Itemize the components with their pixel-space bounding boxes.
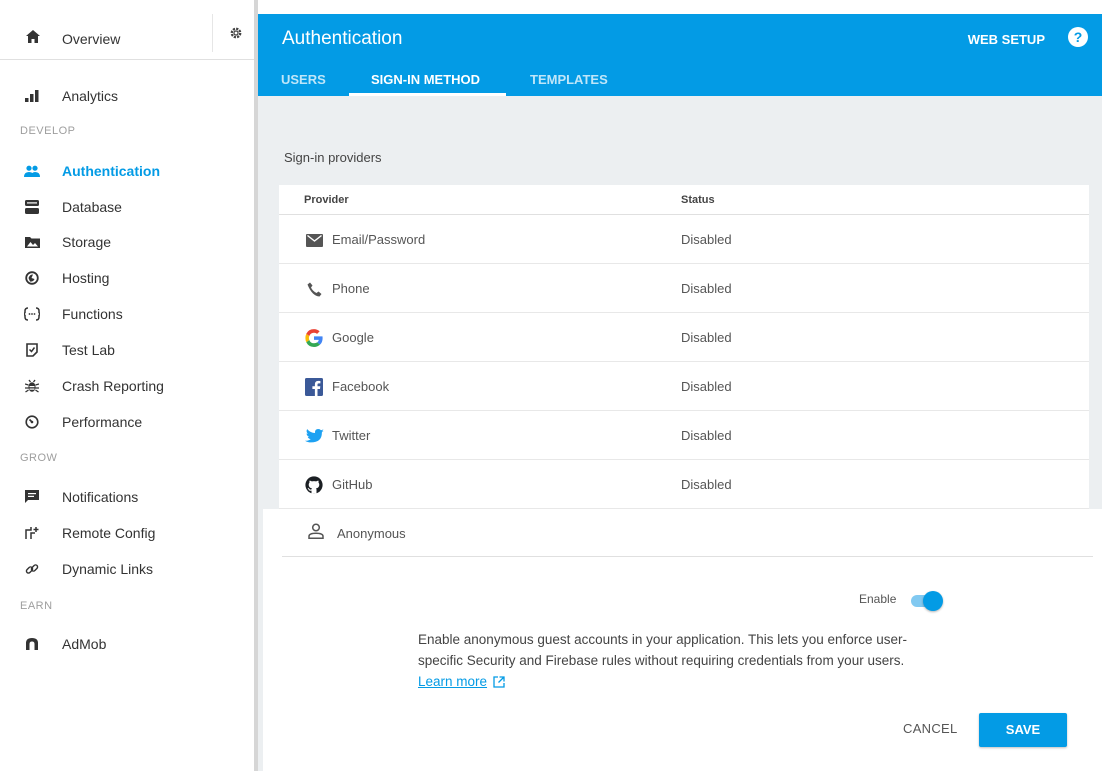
- analytics-icon: [24, 88, 40, 104]
- sidebar-item-label: Remote Config: [62, 525, 156, 541]
- storage-icon: [24, 234, 40, 250]
- toggle-knob: [923, 591, 943, 611]
- table-row[interactable]: Twitter Disabled: [279, 411, 1089, 460]
- provider-name: Facebook: [332, 379, 390, 394]
- test-lab-icon: [24, 342, 40, 358]
- link-icon: [24, 561, 40, 577]
- sidebar-item-authentication[interactable]: Authentication: [0, 156, 254, 186]
- person-icon: [308, 523, 324, 544]
- email-icon: [304, 230, 324, 250]
- sidebar-item-database[interactable]: Database: [0, 192, 254, 222]
- sidebar-item-crash-reporting[interactable]: Crash Reporting: [0, 371, 254, 401]
- column-header-status: Status: [681, 194, 715, 206]
- sidebar-item-label: Analytics: [62, 88, 119, 104]
- sidebar-item-functions[interactable]: Functions: [0, 299, 254, 329]
- sidebar-item-label: AdMob: [62, 636, 107, 652]
- sidebar: Overview Analytics DEVELOP Authenticatio…: [0, 0, 258, 771]
- sidebar-item-label: Database: [62, 199, 122, 215]
- sidebar-item-label: Test Lab: [62, 342, 115, 358]
- provider-name: Phone: [332, 281, 370, 296]
- provider-status: Disabled: [681, 281, 732, 296]
- sidebar-item-label: Authentication: [62, 163, 160, 179]
- sidebar-item-label: Crash Reporting: [62, 378, 164, 394]
- notifications-icon: [24, 489, 40, 505]
- provider-status: Disabled: [681, 428, 732, 443]
- provider-status: Disabled: [681, 232, 732, 247]
- hosting-icon: [24, 270, 40, 286]
- sidebar-item-notifications[interactable]: Notifications: [0, 482, 254, 512]
- people-icon: [24, 163, 40, 179]
- provider-name: Twitter: [332, 428, 371, 443]
- sidebar-item-test-lab[interactable]: Test Lab: [0, 335, 254, 365]
- sidebar-item-label: Storage: [62, 234, 112, 250]
- provider-name: Email/Password: [332, 232, 426, 247]
- sidebar-item-label: Notifications: [62, 489, 139, 505]
- tab-templates[interactable]: TEMPLATES: [530, 72, 608, 87]
- section-earn: EARN: [20, 600, 53, 612]
- sidebar-item-admob[interactable]: AdMob: [0, 629, 254, 659]
- github-icon: [304, 475, 324, 495]
- save-button[interactable]: SAVE: [979, 713, 1067, 747]
- provider-name: Anonymous: [337, 526, 406, 541]
- section-grow: GROW: [20, 452, 58, 464]
- tab-users[interactable]: USERS: [281, 72, 326, 87]
- table-row[interactable]: Google Disabled: [279, 313, 1089, 362]
- sidebar-item-dynamic-links[interactable]: Dynamic Links: [0, 554, 254, 584]
- table-header: Provider Status: [279, 185, 1089, 215]
- description: Enable anonymous guest accounts in your …: [418, 629, 938, 694]
- web-setup-button[interactable]: WEB SETUP: [968, 32, 1045, 47]
- provider-name: Google: [332, 330, 374, 345]
- sidebar-header: Overview: [0, 0, 254, 60]
- admob-icon: [24, 636, 40, 652]
- phone-icon: [304, 279, 324, 299]
- table-row-anonymous[interactable]: Anonymous: [282, 509, 1093, 557]
- home-icon[interactable]: [26, 30, 40, 48]
- google-icon: [304, 328, 324, 348]
- sidebar-item-performance[interactable]: Performance: [0, 407, 254, 437]
- functions-icon: [24, 306, 40, 322]
- learn-more-link[interactable]: Learn more: [418, 674, 487, 689]
- sidebar-item-label: Performance: [62, 414, 143, 430]
- enable-label: Enable: [859, 592, 897, 606]
- section-title: Sign-in providers: [284, 150, 382, 165]
- provider-status: Disabled: [681, 330, 732, 345]
- column-header-provider: Provider: [304, 194, 349, 206]
- settings-gear-icon[interactable]: [212, 14, 258, 52]
- description-text: Enable anonymous guest accounts in your …: [418, 632, 908, 668]
- page-header: Authentication WEB SETUP ? USERS SIGN-IN…: [258, 14, 1102, 96]
- table-row[interactable]: GitHub Disabled: [279, 460, 1089, 509]
- section-develop: DEVELOP: [20, 125, 76, 137]
- anonymous-provider-panel: Anonymous Enable Enable anonymous guest …: [263, 509, 1102, 771]
- sidebar-item-analytics[interactable]: Analytics: [0, 81, 254, 111]
- cancel-button[interactable]: CANCEL: [903, 721, 958, 736]
- tab-sign-in-method[interactable]: SIGN-IN METHOD: [371, 72, 480, 87]
- table-row[interactable]: Facebook Disabled: [279, 362, 1089, 411]
- provider-status: Disabled: [681, 379, 732, 394]
- page-title: Authentication: [282, 28, 403, 49]
- performance-icon: [24, 414, 40, 430]
- external-link-icon[interactable]: [493, 673, 505, 694]
- sidebar-item-remote-config[interactable]: Remote Config: [0, 518, 254, 548]
- provider-status: Disabled: [681, 477, 732, 492]
- twitter-icon: [304, 426, 324, 446]
- table-row[interactable]: Phone Disabled: [279, 264, 1089, 313]
- sidebar-item-label: Hosting: [62, 270, 110, 286]
- sidebar-item-label: Functions: [62, 306, 123, 322]
- sidebar-item-overview[interactable]: Overview: [62, 31, 120, 47]
- enable-toggle[interactable]: [911, 591, 943, 611]
- database-icon: [24, 199, 40, 215]
- sidebar-item-storage[interactable]: Storage: [0, 227, 254, 257]
- sidebar-item-label: Dynamic Links: [62, 561, 154, 577]
- table-row[interactable]: Email/Password Disabled: [279, 215, 1089, 264]
- provider-name: GitHub: [332, 477, 373, 492]
- providers-table: Provider Status Email/Password Disabled …: [279, 185, 1089, 509]
- sidebar-item-hosting[interactable]: Hosting: [0, 263, 254, 293]
- remote-config-icon: [24, 525, 40, 541]
- facebook-icon: [304, 377, 324, 397]
- help-icon[interactable]: ?: [1068, 27, 1088, 47]
- bug-icon: [24, 378, 40, 394]
